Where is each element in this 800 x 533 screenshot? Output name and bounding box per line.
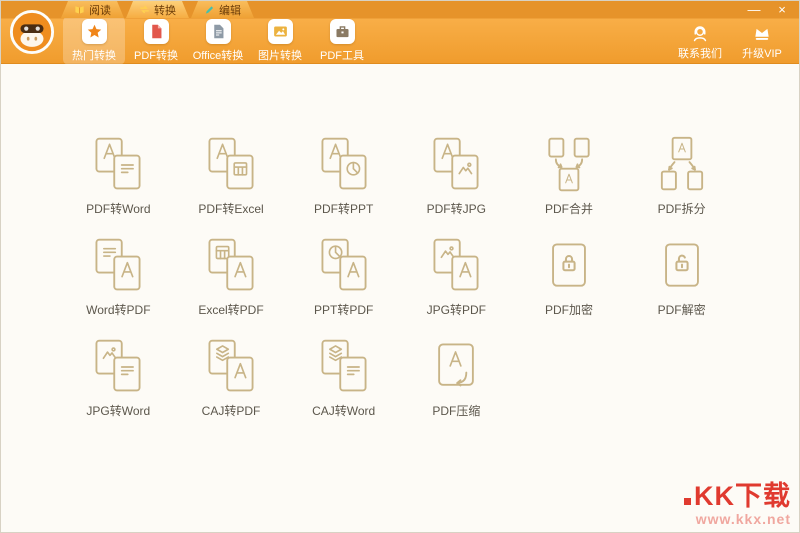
word-to-pdf-icon — [88, 235, 148, 295]
pdf-compress-icon — [426, 336, 486, 396]
grid-item-label: JPG转Word — [86, 402, 150, 419]
close-button[interactable]: × — [774, 2, 790, 17]
grid-item-pdf-compress[interactable]: PDF压缩 — [400, 336, 513, 419]
grid-item-label: PDF加密 — [545, 301, 593, 318]
toolbar-item-pdf-tools[interactable]: PDF工具 — [311, 16, 373, 65]
convert-arrows-icon — [139, 4, 150, 15]
watermark-url: www.kkx.net — [684, 512, 791, 527]
book-icon — [74, 4, 85, 15]
grid-item-label: PDF拆分 — [658, 200, 706, 217]
caj-to-pdf-icon — [201, 336, 261, 396]
grid-item-label: Excel转PDF — [198, 301, 263, 318]
grid-item-label: PDF转Word — [86, 200, 150, 217]
toolbar-item-pdf-convert[interactable]: PDF转换 — [125, 16, 187, 65]
contact-us-button[interactable]: 联系我们 — [671, 21, 729, 61]
pdf-to-jpg-icon — [426, 134, 486, 194]
tab-label: 转换 — [154, 2, 176, 18]
minimize-button[interactable]: — — [746, 2, 762, 17]
toolbar-item-hot-convert[interactable]: 热门转换 — [63, 16, 125, 65]
caj-to-word-icon — [314, 336, 374, 396]
window-controls: — × — [746, 2, 790, 17]
conversion-grid: PDF转Word PDF转Excel PDF转PPT — [62, 64, 738, 419]
toolbar-item-label: 热门转换 — [72, 47, 116, 63]
ppt-to-pdf-icon — [314, 235, 374, 295]
watermark: KK下载 www.kkx.net — [684, 482, 791, 527]
grid-item-pdf-merge[interactable]: PDF合并 — [513, 134, 626, 217]
window-tabs: 阅读 转换 编辑 — [61, 1, 256, 18]
main-content: PDF转Word PDF转Excel PDF转PPT — [1, 64, 799, 533]
grid-item-label: CAJ转Word — [312, 402, 375, 419]
grid-item-label: CAJ转PDF — [202, 402, 261, 419]
pdf-decrypt-icon — [652, 235, 712, 295]
tab-label: 阅读 — [89, 2, 111, 18]
star-icon — [82, 19, 107, 44]
grid-item-label: PDF压缩 — [432, 402, 480, 419]
toolbar: 热门转换 PDF转换 Office转换 图片转换 — [63, 18, 791, 63]
grid-item-word-to-pdf[interactable]: Word转PDF — [62, 235, 175, 318]
grid-item-jpg-to-word[interactable]: JPG转Word — [62, 336, 175, 419]
contact-us-label: 联系我们 — [678, 45, 722, 61]
pdf-to-word-icon — [88, 134, 148, 194]
watermark-dot — [684, 498, 691, 505]
grid-item-label: PDF转JPG — [427, 200, 486, 217]
pencil-icon — [204, 4, 215, 15]
grid-item-ppt-to-pdf[interactable]: PPT转PDF — [287, 235, 400, 318]
grid-item-label: PDF转Excel — [198, 200, 263, 217]
upgrade-vip-button[interactable]: 升级VIP — [733, 21, 791, 61]
grid-item-caj-to-word[interactable]: CAJ转Word — [287, 336, 400, 419]
tab-convert[interactable]: 转换 — [126, 1, 189, 18]
grid-item-caj-to-pdf[interactable]: CAJ转PDF — [175, 336, 288, 419]
jpg-to-pdf-icon — [426, 235, 486, 295]
grid-item-excel-to-pdf[interactable]: Excel转PDF — [175, 235, 288, 318]
toolbar-right: 联系我们 升级VIP — [671, 21, 791, 61]
app-window: 阅读 转换 编辑 — × 热门转换 — [0, 0, 800, 533]
grid-item-label: PDF合并 — [545, 200, 593, 217]
jpg-to-word-icon — [88, 336, 148, 396]
excel-to-pdf-icon — [201, 235, 261, 295]
grid-item-label: Word转PDF — [86, 301, 150, 318]
office-file-icon — [206, 19, 231, 44]
briefcase-icon — [330, 19, 355, 44]
grid-item-label: PDF解密 — [658, 301, 706, 318]
app-logo — [9, 9, 55, 55]
pdf-split-icon — [652, 134, 712, 194]
grid-item-pdf-decrypt[interactable]: PDF解密 — [625, 235, 738, 318]
grid-item-label: PPT转PDF — [314, 301, 373, 318]
image-icon — [268, 19, 293, 44]
grid-item-pdf-to-ppt[interactable]: PDF转PPT — [287, 134, 400, 217]
grid-item-pdf-split[interactable]: PDF拆分 — [625, 134, 738, 217]
toolbar-item-label: Office转换 — [193, 47, 244, 63]
toolbar-item-label: PDF工具 — [320, 47, 364, 63]
pdf-encrypt-icon — [539, 235, 599, 295]
grid-item-pdf-to-word[interactable]: PDF转Word — [62, 134, 175, 217]
tab-label: 编辑 — [219, 2, 241, 18]
grid-item-jpg-to-pdf[interactable]: JPG转PDF — [400, 235, 513, 318]
toolbar-item-office-convert[interactable]: Office转换 — [187, 16, 249, 65]
pdf-to-ppt-icon — [314, 134, 374, 194]
pdf-file-icon — [144, 19, 169, 44]
crown-icon — [752, 23, 772, 43]
grid-item-label: JPG转PDF — [427, 301, 486, 318]
watermark-title: KK下载 — [694, 482, 791, 510]
grid-item-label: PDF转PPT — [314, 200, 373, 217]
grid-item-pdf-encrypt[interactable]: PDF加密 — [513, 235, 626, 318]
headset-icon — [690, 23, 710, 43]
header: 阅读 转换 编辑 — × 热门转换 — [1, 1, 799, 64]
grid-item-pdf-to-excel[interactable]: PDF转Excel — [175, 134, 288, 217]
pdf-merge-icon — [539, 134, 599, 194]
grid-item-pdf-to-jpg[interactable]: PDF转JPG — [400, 134, 513, 217]
pdf-to-excel-icon — [201, 134, 261, 194]
toolbar-item-label: 图片转换 — [258, 47, 302, 63]
mascot-logo-icon — [9, 9, 55, 55]
tab-edit[interactable]: 编辑 — [191, 1, 254, 18]
upgrade-vip-label: 升级VIP — [742, 45, 782, 61]
tab-read[interactable]: 阅读 — [61, 1, 124, 18]
toolbar-item-image-convert[interactable]: 图片转换 — [249, 16, 311, 65]
toolbar-item-label: PDF转换 — [134, 47, 178, 63]
